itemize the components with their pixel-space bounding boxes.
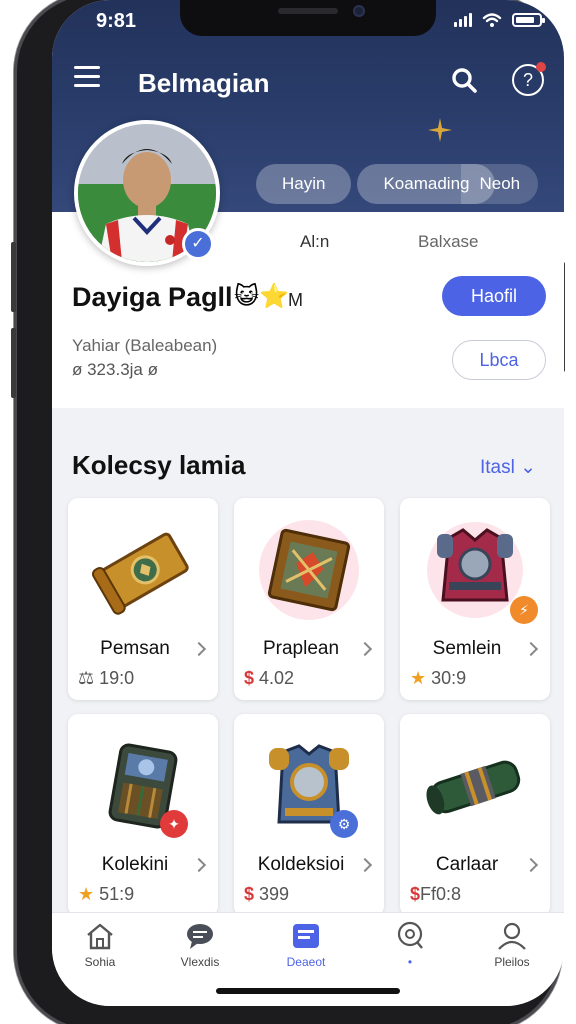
nav-home[interactable]: Sohia xyxy=(60,921,140,969)
scroll-icon xyxy=(91,532,189,615)
nav-messages[interactable]: Vlexdis xyxy=(160,921,240,969)
nav-label: Deaeot xyxy=(286,955,326,969)
front-camera xyxy=(353,5,365,17)
nav-location[interactable]: • xyxy=(370,921,450,969)
notch xyxy=(180,0,436,36)
currency-icon: $ xyxy=(410,884,421,904)
home-icon xyxy=(87,923,113,950)
currency-icon: $ xyxy=(244,668,255,688)
nav-label: Vlexdis xyxy=(180,955,220,969)
wifi-icon xyxy=(482,13,502,27)
item-name: Kolekini xyxy=(101,854,169,875)
item-price: $ 399 xyxy=(244,884,289,905)
signal-icon xyxy=(454,13,472,27)
crown-star-icon: 😺⭐ xyxy=(234,283,289,310)
price-value: 399 xyxy=(259,884,290,904)
price-value: Ff0:8 xyxy=(420,884,462,904)
fire-badge-icon: ⚡ xyxy=(510,596,538,624)
section-filter-link[interactable]: Itasl ⌄ xyxy=(480,456,536,479)
price-value: 51:9 xyxy=(99,884,135,904)
profile-icon xyxy=(498,922,526,950)
sparkle-icon xyxy=(428,118,452,142)
currency-icon: $ xyxy=(244,884,255,904)
stat-label-balxase: Balxase xyxy=(418,232,479,251)
badge-icon: ✦ xyxy=(160,810,188,838)
chevron-down-icon: ⌄ xyxy=(520,457,537,478)
notification-icon[interactable]: ? xyxy=(512,62,546,96)
user-name: Dayiga Pagll xyxy=(72,282,233,312)
chat-icon xyxy=(187,924,213,949)
battery-icon xyxy=(512,13,545,27)
item-price: ⚖ 19:0 xyxy=(78,668,134,689)
app-title: Belmagian xyxy=(138,68,270,98)
header-tabs: Hayin Koamading Neoh xyxy=(256,164,539,204)
item-name: Pemsan xyxy=(100,638,170,659)
price-value: 19:0 xyxy=(99,668,135,688)
filter-label: Itasl xyxy=(480,457,515,478)
nav-label: Pleilos xyxy=(494,955,530,969)
item-name: Carlaar xyxy=(435,854,499,875)
currency-icon: ⚖ xyxy=(78,668,95,688)
collection-card[interactable]: Praplean $ 4.02 xyxy=(234,498,384,700)
price-value: 4.02 xyxy=(259,668,295,688)
phone-frame: 9:81 Belmagian ? Hayin Koamading Neoh ✓ … xyxy=(11,0,565,1024)
star-icon: ★ xyxy=(410,668,427,688)
collection-card[interactable]: Pemsan ⚖ 19:0 xyxy=(68,498,218,700)
section-title: Kolecsy lamia xyxy=(72,450,246,480)
nav-profile[interactable]: Pleilos xyxy=(472,921,552,969)
follow-button[interactable]: Haofil xyxy=(442,276,546,316)
verified-badge-icon: ✓ xyxy=(182,228,214,260)
location-icon xyxy=(397,921,423,949)
volume-up-button xyxy=(11,242,16,312)
star-icon: ★ xyxy=(78,884,95,904)
volume-down-button xyxy=(11,328,16,398)
name-suffix: M xyxy=(288,290,303,310)
collection-card[interactable]: ⚡ Semlein ★ 30:9 xyxy=(400,498,550,700)
nav-label: Sohia xyxy=(84,955,116,969)
home-indicator[interactable] xyxy=(216,988,400,994)
price-value: 30:9 xyxy=(431,668,467,688)
secondary-button[interactable]: Lbca xyxy=(452,340,546,380)
tab-neoh[interactable]: Neoh xyxy=(461,164,539,204)
notification-dot xyxy=(536,62,546,72)
status-time: 9:81 xyxy=(96,10,137,32)
collection-card[interactable]: Carlaar $Ff0:8 xyxy=(400,714,550,916)
badge-icon: ⚙ xyxy=(330,810,358,838)
cannon-icon xyxy=(426,760,521,815)
framed-emblem-icon xyxy=(259,520,359,620)
search-icon[interactable] xyxy=(450,66,478,94)
user-meta: ø 323.3ja ø xyxy=(72,360,158,379)
stat-label-aln: Al:n xyxy=(300,232,330,251)
collection-card[interactable]: ⚙ Koldeksioi $ 399 xyxy=(234,714,384,916)
app-screen: 9:81 Belmagian ? Hayin Koamading Neoh ✓ … xyxy=(52,0,564,1006)
card-icon xyxy=(293,924,319,948)
item-name: Praplean xyxy=(262,638,340,659)
item-name: Semlein xyxy=(432,638,502,659)
nav-label: • xyxy=(407,955,413,969)
item-price: ★ 51:9 xyxy=(78,884,134,905)
item-name: Koldeksioi xyxy=(257,854,345,875)
item-price: $Ff0:8 xyxy=(410,884,461,905)
collection-card[interactable]: ✦ Kolekini ★ 51:9 xyxy=(68,714,218,916)
speaker xyxy=(278,8,338,14)
nav-cards[interactable]: Deaeot xyxy=(266,921,346,969)
status-icons xyxy=(454,12,545,28)
hamburger-menu-icon[interactable] xyxy=(74,66,100,87)
user-subtitle: Yahiar (Baleabean) xyxy=(72,336,218,355)
tab-hayin[interactable]: Hayin xyxy=(256,164,352,204)
item-price: $ 4.02 xyxy=(244,668,294,689)
item-price: ★ 30:9 xyxy=(410,668,466,689)
